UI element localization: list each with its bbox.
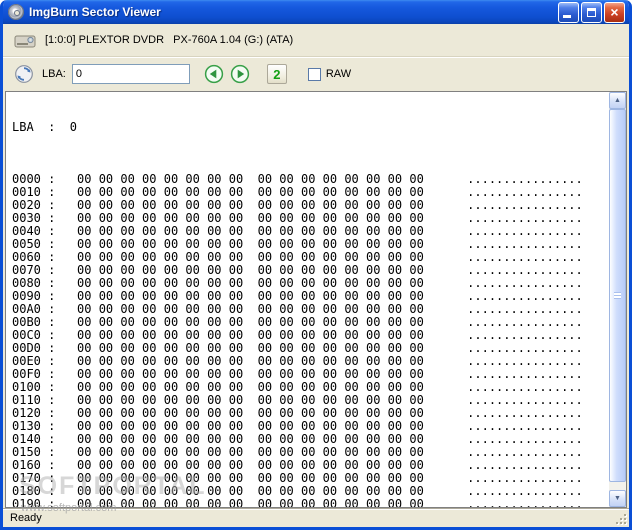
raw-option: RAW: [307, 67, 352, 81]
hex-header-line: LBA : 0: [12, 120, 78, 134]
toolbar: LBA: 2 RAW: [3, 57, 629, 91]
lba-label: LBA:: [42, 68, 66, 80]
vertical-scrollbar[interactable]: ▲ ▼: [609, 92, 626, 507]
raw-checkbox[interactable]: [307, 67, 321, 81]
lba-input[interactable]: [71, 64, 190, 84]
sector-number-button[interactable]: 2: [266, 64, 287, 84]
scroll-up-button[interactable]: ▲: [609, 92, 626, 109]
status-bar: Ready: [3, 508, 629, 527]
resize-grip[interactable]: [616, 514, 628, 526]
scroll-down-button[interactable]: ▼: [609, 490, 626, 507]
raw-label: RAW: [325, 68, 352, 80]
device-description: [1:0:0] PLEXTOR DVDR PX-760A 1.04 (G:) (…: [45, 34, 294, 46]
app-icon: [8, 4, 24, 20]
window-title: ImgBurn Sector Viewer: [29, 5, 161, 19]
close-button[interactable]: ×: [604, 1, 625, 23]
maximize-button[interactable]: [581, 1, 602, 23]
next-sector-button[interactable]: [230, 64, 250, 84]
hex-rows: 0000 : 00 00 00 00 00 00 00 00 00 00 00 …: [12, 173, 609, 508]
device-bar: [1:0:0] PLEXTOR DVDR PX-760A 1.04 (G:) (…: [3, 24, 629, 57]
hex-row: 0190 : 00 00 00 00 00 00 00 00 00 00 00 …: [12, 497, 583, 508]
client-area: [1:0:0] PLEXTOR DVDR PX-760A 1.04 (G:) (…: [3, 24, 629, 527]
scrollbar-thumb[interactable]: [609, 109, 626, 482]
hex-viewer[interactable]: LBA : 0 0000 : 00 00 00 00 00 00 00 00 0…: [5, 91, 627, 508]
minimize-button[interactable]: [558, 1, 579, 23]
drive-icon: [14, 35, 36, 47]
imgburn-sector-viewer-window: ImgBurn Sector Viewer × [1:0:0] PLEXTOR …: [0, 0, 632, 530]
close-icon: ×: [610, 4, 619, 20]
green-arrow-left-icon: [204, 64, 224, 84]
green-arrow-right-icon: [230, 64, 250, 84]
hex-content: LBA : 0 0000 : 00 00 00 00 00 00 00 00 0…: [6, 92, 609, 508]
previous-sector-button[interactable]: [204, 64, 224, 84]
titlebar[interactable]: ImgBurn Sector Viewer ×: [3, 0, 629, 24]
status-text: Ready: [10, 512, 42, 524]
minimize-icon: [563, 14, 571, 18]
maximize-icon: [587, 7, 596, 17]
lba-refresh-icon: [15, 65, 33, 83]
